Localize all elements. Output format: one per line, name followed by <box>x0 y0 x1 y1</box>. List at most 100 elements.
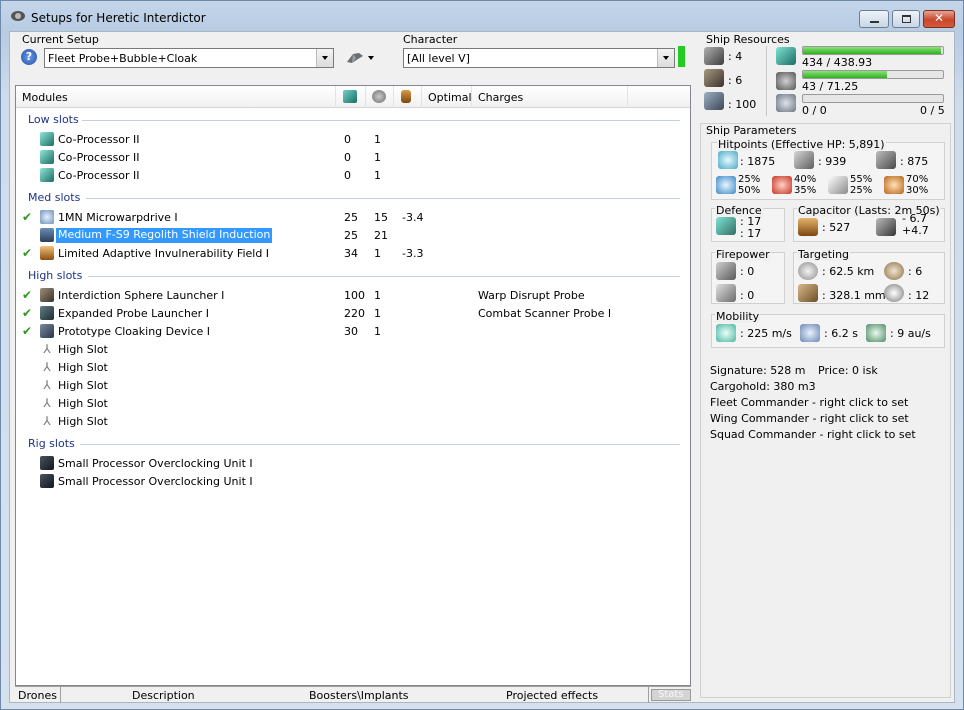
module-row[interactable]: ✔ Prototype Cloaking Device I 30 1 <box>16 323 690 341</box>
targeting-label: Targeting <box>797 248 851 261</box>
cpu-icon <box>776 47 796 65</box>
minimize-icon <box>870 21 879 23</box>
em-resist-2: 50% <box>738 185 761 196</box>
rig-icon <box>40 474 54 488</box>
cpu-bar-fill <box>803 47 942 54</box>
group-divider <box>80 444 680 445</box>
cargohold: Cargohold: 380 m3 <box>710 380 816 393</box>
module-row-empty[interactable]: ⅄ High Slot <box>16 395 690 413</box>
ship-icon <box>347 53 363 63</box>
hitpoints-label: Hitpoints (Effective HP: 5,891) <box>717 138 886 151</box>
module-name: High Slot <box>58 379 108 392</box>
cpu-icon <box>343 90 357 103</box>
squad-commander[interactable]: Squad Commander - right click to set <box>710 428 916 441</box>
tab-boosters-implants[interactable]: Boosters\Implants <box>309 689 409 702</box>
drone-bar <box>802 94 944 103</box>
launcher-hardpoints: : 6 <box>728 74 743 87</box>
module-row[interactable]: Co-Processor II 0 1 <box>16 131 690 149</box>
mobility-label: Mobility <box>715 310 761 323</box>
column-modules[interactable]: Modules <box>16 86 336 108</box>
module-cpu: 0 <box>344 169 351 182</box>
maximize-button[interactable] <box>892 10 920 28</box>
firepower-value-2: : 0 <box>740 289 755 302</box>
empty-slot-icon: ⅄ <box>43 360 51 374</box>
shield-extender-icon <box>40 228 54 242</box>
title-bar[interactable]: Setups for Heretic Interdictor ✕ <box>1 1 963 31</box>
module-name: Expanded Probe Launcher I <box>58 307 209 320</box>
module-cap: -3.4 <box>402 211 424 224</box>
module-cpu: 25 <box>344 211 358 224</box>
check-icon: ✔ <box>22 246 33 260</box>
hitpoints-box: Hitpoints (Effective HP: 5,891) : 1875 :… <box>711 138 945 200</box>
max-velocity: : 225 m/s <box>740 327 792 340</box>
module-row[interactable]: ✔ Interdiction Sphere Launcher I 100 1 W… <box>16 287 690 305</box>
ship-menu-button[interactable] <box>344 49 376 67</box>
module-name: Co-Processor II <box>58 151 140 164</box>
fleet-commander[interactable]: Fleet Commander - right click to set <box>710 396 908 409</box>
current-setup-select[interactable]: Fleet Probe+Bubble+Cloak <box>44 48 334 68</box>
tab-projected-effects[interactable]: Projected effects <box>506 689 598 702</box>
column-powergrid[interactable] <box>366 86 394 108</box>
module-pg: 1 <box>374 133 381 146</box>
column-capacitor[interactable] <box>394 86 422 108</box>
mobility-box: Mobility : 225 m/s : 6.2 s : 9 au/s <box>711 310 945 348</box>
wing-commander[interactable]: Wing Commander - right click to set <box>710 412 909 425</box>
module-row[interactable]: Small Processor Overclocking Unit I <box>16 473 690 491</box>
module-pg: 1 <box>374 169 381 182</box>
cpu-value: 434 / 438.93 <box>802 56 873 69</box>
tab-separator <box>648 687 649 703</box>
defence-value-2: : 17 <box>740 227 762 240</box>
module-list[interactable]: Modules Optimal Charges Low slots Co-Pro… <box>15 85 691 686</box>
module-row-empty[interactable]: ⅄ High Slot <box>16 413 690 431</box>
character-select[interactable]: [All level V] <box>403 48 675 68</box>
column-optimal[interactable]: Optimal <box>422 86 472 108</box>
tab-description[interactable]: Description <box>132 689 195 702</box>
current-setup-value: Fleet Probe+Bubble+Cloak <box>48 52 198 65</box>
close-button[interactable]: ✕ <box>923 10 955 28</box>
module-cpu: 0 <box>344 133 351 146</box>
module-row[interactable]: ✔ Limited Adaptive Invulnerability Field… <box>16 245 690 263</box>
firepower-box: Firepower : 0 : 0 <box>711 248 785 304</box>
check-icon: ✔ <box>22 210 33 224</box>
module-row[interactable]: ✔ 1MN Microwarpdrive I 25 15 -3.4 <box>16 209 690 227</box>
module-name: Interdiction Sphere Launcher I <box>58 289 225 302</box>
tab-drones[interactable]: Drones <box>18 689 57 702</box>
module-name: Medium F-S9 Regolith Shield Induction <box>56 228 273 243</box>
module-row-empty[interactable]: ⅄ High Slot <box>16 359 690 377</box>
module-pg: 1 <box>374 151 381 164</box>
module-list-header: Modules Optimal Charges <box>16 86 690 108</box>
chevron-down-icon <box>368 56 374 60</box>
module-name: Co-Processor II <box>58 169 140 182</box>
empty-slot-icon: ⅄ <box>43 414 51 428</box>
column-charges[interactable]: Charges <box>472 86 628 108</box>
module-row[interactable]: Small Processor Overclocking Unit I <box>16 455 690 473</box>
ship-resources-label: Ship Resources <box>706 33 790 46</box>
module-pg: 1 <box>374 289 381 302</box>
coprocessor-icon <box>40 168 54 182</box>
shield-icon <box>718 151 738 169</box>
module-row-empty[interactable]: ⅄ High Slot <box>16 341 690 359</box>
powergrid-icon <box>372 90 386 103</box>
module-row[interactable]: ✔ Expanded Probe Launcher I 220 1 Combat… <box>16 305 690 323</box>
minimize-button[interactable] <box>859 10 889 28</box>
bottom-tabs: Drones Description Boosters\Implants Pro… <box>15 686 691 703</box>
calibration-value: : 100 <box>728 98 757 111</box>
module-row-selected[interactable]: Medium F-S9 Regolith Shield Induction 25… <box>16 227 690 245</box>
thermal-resist-2: 35% <box>794 185 817 196</box>
capacitor-amount: : 527 <box>822 221 851 234</box>
module-pg: 21 <box>374 229 388 242</box>
align-time: : 6.2 s <box>824 327 858 340</box>
defence-box: Defence : 17 : 17 <box>711 204 785 242</box>
module-row-empty[interactable]: ⅄ High Slot <box>16 377 690 395</box>
module-cpu: 25 <box>344 229 358 242</box>
probe-launcher-icon <box>40 306 54 320</box>
column-cpu[interactable] <box>336 86 366 108</box>
scan-resolution: : 328.1 mm <box>822 289 886 302</box>
scan-resolution-icon <box>798 284 818 302</box>
module-row[interactable]: Co-Processor II 0 1 <box>16 149 690 167</box>
help-icon[interactable]: ? <box>21 49 37 65</box>
module-row[interactable]: Co-Processor II 0 1 <box>16 167 690 185</box>
character-label: Character <box>403 33 458 46</box>
tab-stats[interactable]: Stats <box>651 689 691 701</box>
thermal-resist-1: 40% <box>794 174 817 185</box>
